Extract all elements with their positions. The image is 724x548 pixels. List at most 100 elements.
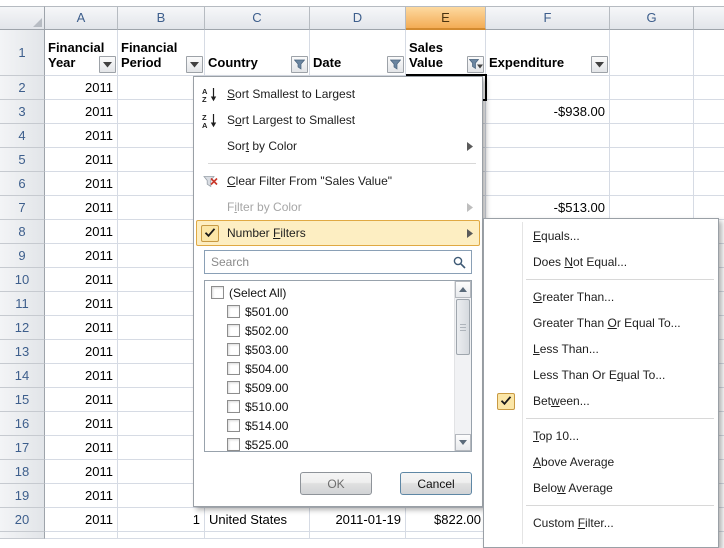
menu-item-equals[interactable]: Equals... bbox=[486, 223, 716, 249]
cell-F1[interactable]: Expenditure bbox=[486, 30, 610, 76]
cell-A13[interactable]: 2011 bbox=[45, 340, 118, 364]
cell-D20[interactable]: 2011-01-19 bbox=[310, 508, 406, 532]
checkbox[interactable] bbox=[227, 362, 240, 375]
cell-B11[interactable] bbox=[118, 292, 205, 316]
cell-A2[interactable]: 2011 bbox=[45, 76, 118, 100]
cell-F4[interactable] bbox=[486, 124, 610, 148]
row-header-18[interactable]: 18 bbox=[0, 460, 45, 484]
checkbox[interactable] bbox=[227, 419, 240, 432]
checkbox[interactable] bbox=[211, 286, 224, 299]
row-header-1[interactable]: 1 bbox=[0, 30, 45, 76]
row-header-6[interactable]: 6 bbox=[0, 172, 45, 196]
cell-G3[interactable] bbox=[610, 100, 694, 124]
menu-item-does-not-equal[interactable]: Does Not Equal... bbox=[486, 249, 716, 275]
cell-A1[interactable]: FinancialYear bbox=[45, 30, 118, 76]
filter-button-F[interactable] bbox=[591, 56, 608, 73]
row-header-13[interactable]: 13 bbox=[0, 340, 45, 364]
cell-E1[interactable]: SalesValue bbox=[406, 30, 486, 76]
cell-A14[interactable]: 2011 bbox=[45, 364, 118, 388]
cell-A7[interactable]: 2011 bbox=[45, 196, 118, 220]
cell-A4[interactable]: 2011 bbox=[45, 124, 118, 148]
cell-B13[interactable] bbox=[118, 340, 205, 364]
cell-A10[interactable]: 2011 bbox=[45, 268, 118, 292]
checkbox[interactable] bbox=[227, 381, 240, 394]
scroll-down-button[interactable] bbox=[455, 434, 471, 451]
column-header-B[interactable]: B bbox=[118, 6, 205, 30]
cell-G7[interactable] bbox=[610, 196, 694, 220]
cell-B6[interactable] bbox=[118, 172, 205, 196]
row-header-8[interactable]: 8 bbox=[0, 220, 45, 244]
select-all-corner[interactable] bbox=[0, 6, 45, 30]
checkbox[interactable] bbox=[227, 324, 240, 337]
menu-item-clear-filter-from-sales-value[interactable]: Clear Filter From "Sales Value" bbox=[196, 168, 480, 194]
menu-item-less-than-or-equal-to[interactable]: Less Than Or Equal To... bbox=[486, 362, 716, 388]
search-icon[interactable] bbox=[447, 251, 471, 273]
row-header-15[interactable]: 15 bbox=[0, 388, 45, 412]
menu-item-above-average[interactable]: Above Average bbox=[486, 449, 716, 475]
row-header-10[interactable]: 10 bbox=[0, 268, 45, 292]
row-header-2[interactable]: 2 bbox=[0, 76, 45, 100]
cell-G1[interactable] bbox=[610, 30, 694, 76]
cell-B8[interactable] bbox=[118, 220, 205, 244]
row-header-9[interactable]: 9 bbox=[0, 244, 45, 268]
cell-A16[interactable]: 2011 bbox=[45, 412, 118, 436]
cell-A8[interactable]: 2011 bbox=[45, 220, 118, 244]
cell-B12[interactable] bbox=[118, 316, 205, 340]
cell-A12[interactable]: 2011 bbox=[45, 316, 118, 340]
row-header-4[interactable]: 4 bbox=[0, 124, 45, 148]
filter-value-item-514-00[interactable]: $514.00 bbox=[206, 416, 453, 435]
row-header-5[interactable]: 5 bbox=[0, 148, 45, 172]
cell-B19[interactable] bbox=[118, 484, 205, 508]
filter-button-C[interactable] bbox=[291, 56, 308, 73]
cell-C1[interactable]: Country bbox=[205, 30, 310, 76]
filter-button-A[interactable] bbox=[99, 56, 116, 73]
menu-item-custom-filter[interactable]: Custom Filter... bbox=[486, 510, 716, 536]
filter-button-D[interactable] bbox=[387, 56, 404, 73]
cell-A15[interactable]: 2011 bbox=[45, 388, 118, 412]
menu-item-between[interactable]: Between... bbox=[486, 388, 716, 414]
menu-item-top-10[interactable]: Top 10... bbox=[486, 423, 716, 449]
filter-value-item-510-00[interactable]: $510.00 bbox=[206, 397, 453, 416]
cell-A3[interactable]: 2011 bbox=[45, 100, 118, 124]
cell-A17[interactable]: 2011 bbox=[45, 436, 118, 460]
search-input[interactable] bbox=[205, 255, 447, 269]
scroll-track[interactable] bbox=[455, 356, 471, 434]
filter-value-item-502-00[interactable]: $502.00 bbox=[206, 321, 453, 340]
row-header-11[interactable]: 11 bbox=[0, 292, 45, 316]
cell-B15[interactable] bbox=[118, 388, 205, 412]
menu-item-sort-smallest-to-largest[interactable]: AZSort Smallest to Largest bbox=[196, 81, 480, 107]
row-header-20[interactable]: 20 bbox=[0, 508, 45, 532]
filter-button-B[interactable] bbox=[186, 56, 203, 73]
cell-B20[interactable]: 1 bbox=[118, 508, 205, 532]
cell-B3[interactable] bbox=[118, 100, 205, 124]
cell-A19[interactable]: 2011 bbox=[45, 484, 118, 508]
menu-item-greater-than[interactable]: Greater Than... bbox=[486, 284, 716, 310]
column-header-D[interactable]: D bbox=[310, 6, 406, 30]
cell-B17[interactable] bbox=[118, 436, 205, 460]
row-header-16[interactable]: 16 bbox=[0, 412, 45, 436]
cell-F7[interactable]: -$513.00 bbox=[486, 196, 610, 220]
cell-C20[interactable]: United States bbox=[205, 508, 310, 532]
menu-item-less-than[interactable]: Less Than... bbox=[486, 336, 716, 362]
cell-D1[interactable]: Date bbox=[310, 30, 406, 76]
cell-A18[interactable]: 2011 bbox=[45, 460, 118, 484]
checkbox[interactable] bbox=[227, 438, 240, 451]
column-header-G[interactable]: G bbox=[610, 6, 694, 30]
cell-F6[interactable] bbox=[486, 172, 610, 196]
filter-value-item-509-00[interactable]: $509.00 bbox=[206, 378, 453, 397]
menu-item-greater-than-or-equal-to[interactable]: Greater Than Or Equal To... bbox=[486, 310, 716, 336]
cell-G5[interactable] bbox=[610, 148, 694, 172]
menu-item-below-average[interactable]: Below Average bbox=[486, 475, 716, 501]
filter-value-item-501-00[interactable]: $501.00 bbox=[206, 302, 453, 321]
cell-B1[interactable]: FinancialPeriod bbox=[118, 30, 205, 76]
cell-A9[interactable]: 2011 bbox=[45, 244, 118, 268]
row-header-7[interactable]: 7 bbox=[0, 196, 45, 220]
cell-G4[interactable] bbox=[610, 124, 694, 148]
cell-B5[interactable] bbox=[118, 148, 205, 172]
cell-F5[interactable] bbox=[486, 148, 610, 172]
cancel-button[interactable]: Cancel bbox=[400, 472, 472, 495]
filter-value-item-525-00[interactable]: $525.00 bbox=[206, 435, 453, 452]
menu-item-sort-by-color[interactable]: Sort by Color bbox=[196, 133, 480, 159]
menu-item-number-filters[interactable]: Number Filters bbox=[196, 220, 480, 246]
row-header-12[interactable]: 12 bbox=[0, 316, 45, 340]
